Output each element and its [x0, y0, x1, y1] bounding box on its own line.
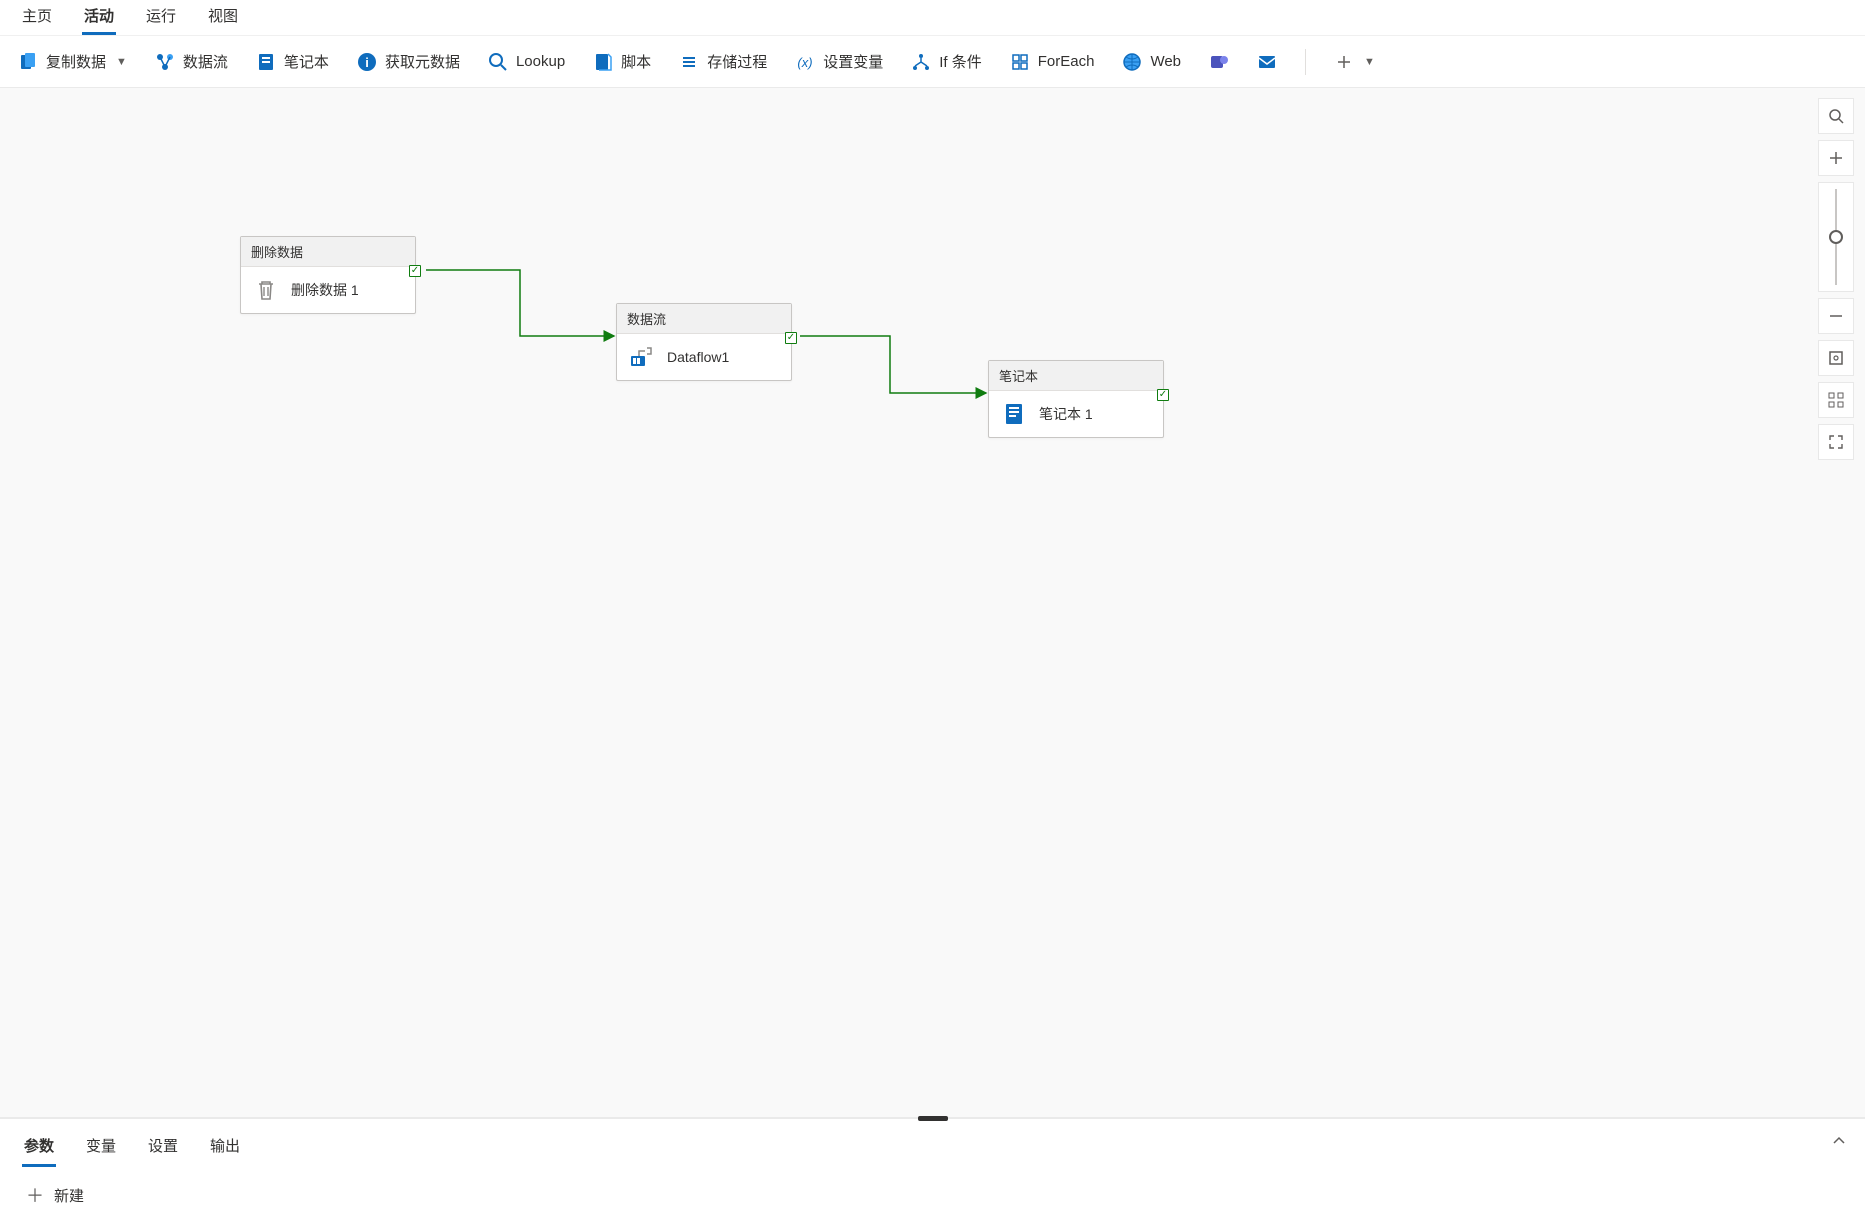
tool-copy-data-label: 复制数据 — [46, 51, 106, 72]
activity-toolbar: 复制数据 ▼ 数据流 笔记本 i 获取元数据 Lookup 脚本 — [0, 36, 1865, 88]
tool-foreach-label: ForEach — [1038, 53, 1095, 70]
tool-if-condition[interactable]: If 条件 — [907, 47, 986, 76]
activity-type-label: 删除数据 — [241, 237, 415, 267]
svg-text:i: i — [365, 55, 369, 70]
top-tabs: 主页 活动 运行 视图 — [0, 0, 1865, 36]
activity-type-label: 数据流 — [617, 304, 791, 334]
zoom-out-button[interactable] — [1818, 298, 1854, 334]
dataflow-icon — [155, 52, 175, 72]
activity-delete-data[interactable]: 删除数据 删除数据 1 ✓ — [240, 236, 416, 314]
tool-get-metadata-label: 获取元数据 — [385, 51, 460, 72]
zoom-fit-button[interactable] — [1818, 340, 1854, 376]
panel-drag-handle[interactable] — [918, 1116, 948, 1121]
tool-lookup[interactable]: Lookup — [484, 48, 569, 76]
properties-panel: 参数 变量 设置 输出 ＋ 新建 — [0, 1118, 1865, 1228]
zoom-slider[interactable] — [1818, 182, 1854, 292]
script-icon — [593, 52, 613, 72]
pipeline-canvas[interactable]: 删除数据 删除数据 1 ✓ 数据流 Dataflow1 ✓ 笔记本 — [0, 88, 1865, 1117]
tool-add-more[interactable]: ▼ — [1330, 48, 1379, 76]
copy-data-icon — [18, 52, 38, 72]
success-badge-icon: ✓ — [409, 265, 421, 277]
zoom-handle[interactable] — [1829, 230, 1843, 244]
chevron-down-icon: ▼ — [116, 56, 127, 68]
tool-stored-proc-label: 存储过程 — [707, 51, 767, 72]
activity-type-label: 笔记本 — [989, 361, 1163, 391]
tool-get-metadata[interactable]: i 获取元数据 — [353, 47, 464, 76]
properties-tabs: 参数 变量 设置 输出 — [0, 1119, 1865, 1167]
globe-icon — [1122, 52, 1142, 72]
info-icon: i — [357, 52, 377, 72]
tab-view[interactable]: 视图 — [206, 1, 240, 35]
tool-dataflow[interactable]: 数据流 — [151, 47, 232, 76]
tool-stored-proc[interactable]: 存储过程 — [675, 47, 771, 76]
activity-notebook[interactable]: 笔记本 笔记本 1 ✓ — [988, 360, 1164, 438]
notebook-icon — [256, 52, 276, 72]
tool-foreach[interactable]: ForEach — [1006, 48, 1099, 76]
tab-home[interactable]: 主页 — [20, 1, 54, 35]
tool-set-variable-label: 设置变量 — [823, 51, 883, 72]
tool-script[interactable]: 脚本 — [589, 47, 655, 76]
new-label: 新建 — [54, 1185, 84, 1206]
tool-dataflow-label: 数据流 — [183, 51, 228, 72]
tab-run[interactable]: 运行 — [144, 1, 178, 35]
tab-output[interactable]: 输出 — [208, 1131, 242, 1167]
plus-icon — [1334, 52, 1354, 72]
variable-icon: (x) — [795, 52, 815, 72]
tool-notebook[interactable]: 笔记本 — [252, 47, 333, 76]
activity-name: 删除数据 1 — [291, 280, 359, 300]
tool-if-label: If 条件 — [939, 51, 982, 72]
tool-copy-data[interactable]: 复制数据 ▼ — [14, 47, 131, 76]
tab-params[interactable]: 参数 — [22, 1131, 56, 1167]
tab-activities[interactable]: 活动 — [82, 1, 116, 35]
pipeline-canvas-wrap: 删除数据 删除数据 1 ✓ 数据流 Dataflow1 ✓ 笔记本 — [0, 88, 1865, 1118]
activity-name: 笔记本 1 — [1039, 404, 1093, 424]
canvas-controls — [1817, 98, 1855, 460]
svg-text:(x): (x) — [798, 55, 813, 70]
tool-web-label: Web — [1150, 53, 1181, 70]
teams-icon — [1209, 52, 1229, 72]
trash-icon — [253, 277, 279, 303]
tool-lookup-label: Lookup — [516, 53, 565, 70]
tool-web[interactable]: Web — [1118, 48, 1185, 76]
success-badge-icon: ✓ — [1157, 389, 1169, 401]
stored-proc-icon — [679, 52, 699, 72]
auto-layout-button[interactable] — [1818, 382, 1854, 418]
activity-name: Dataflow1 — [667, 349, 729, 365]
tool-outlook[interactable] — [1253, 48, 1281, 76]
toolbar-separator — [1305, 49, 1306, 75]
tab-variables[interactable]: 变量 — [84, 1131, 118, 1167]
new-parameter-button[interactable]: ＋ 新建 — [0, 1167, 1865, 1224]
activity-dataflow[interactable]: 数据流 Dataflow1 ✓ — [616, 303, 792, 381]
tool-notebook-label: 笔记本 — [284, 51, 329, 72]
tool-script-label: 脚本 — [621, 51, 651, 72]
plus-icon: ＋ — [26, 1187, 44, 1205]
search-icon — [488, 52, 508, 72]
zoom-in-button[interactable] — [1818, 140, 1854, 176]
foreach-icon — [1010, 52, 1030, 72]
outlook-icon — [1257, 52, 1277, 72]
chevron-down-icon: ▼ — [1364, 56, 1375, 68]
tab-settings[interactable]: 设置 — [146, 1131, 180, 1167]
tool-set-variable[interactable]: (x) 设置变量 — [791, 47, 887, 76]
notebook-activity-icon — [1001, 401, 1027, 427]
canvas-search-button[interactable] — [1818, 98, 1854, 134]
panel-collapse-button[interactable] — [1831, 1133, 1847, 1149]
branch-icon — [911, 52, 931, 72]
fullscreen-collapse-button[interactable] — [1818, 424, 1854, 460]
dataflow-activity-icon — [629, 344, 655, 370]
success-badge-icon: ✓ — [785, 332, 797, 344]
tool-teams[interactable] — [1205, 48, 1233, 76]
